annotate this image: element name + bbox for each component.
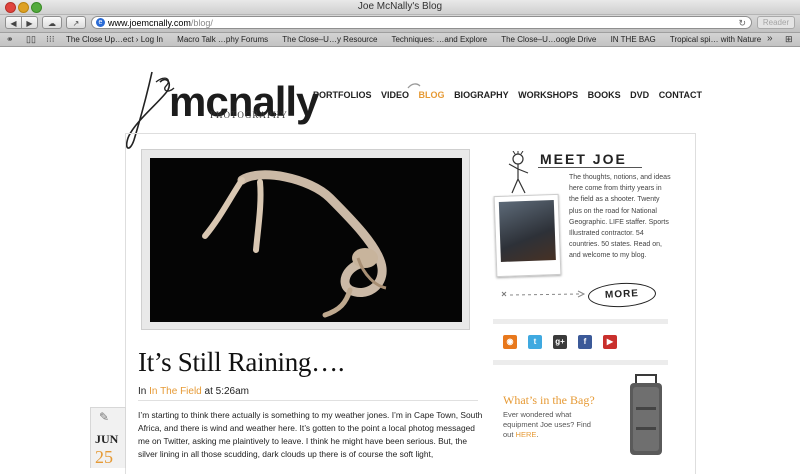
bookmark-item[interactable]: The Close Up…ect › Log In: [66, 35, 163, 44]
post-date-day: 25: [95, 447, 113, 467]
post-body: I’m starting to think there actually is …: [138, 410, 483, 459]
back-button[interactable]: ◀: [5, 16, 22, 29]
bag-here-link[interactable]: HERE: [516, 430, 537, 439]
add-bookmark-icon[interactable]: ⊞: [785, 34, 793, 45]
nav-workshops[interactable]: WORKSHOPS: [518, 90, 578, 100]
post-title[interactable]: It’s Still Raining….: [138, 347, 345, 378]
divider: [538, 167, 642, 168]
share-button[interactable]: ↗: [66, 16, 86, 29]
portrait-image: [498, 200, 556, 262]
cloud-icon: ☁: [48, 19, 56, 28]
pen-icon: ✎: [99, 410, 110, 424]
browser-toolbar: ◀ ▶ ☁ ↗ e www.joemcnally.com/blog/ ↻ Rea…: [0, 15, 800, 33]
reader-button[interactable]: Reader: [757, 16, 795, 29]
window-title: Joe McNally's Blog: [357, 1, 443, 12]
back-arrow-icon: ◀: [10, 19, 17, 28]
bookmark-list: The Close Up…ect › Log In Macro Talk …ph…: [66, 34, 773, 45]
post-date-month: JUN: [95, 432, 119, 446]
nav-blog[interactable]: BLOG: [419, 90, 445, 100]
forward-button[interactable]: ▶: [21, 16, 38, 29]
sidebar-divider: [493, 360, 668, 365]
featured-image-frame: [141, 149, 470, 330]
reading-list-icon[interactable]: ⚭: [6, 34, 14, 45]
post-category-link[interactable]: In The Field: [149, 386, 202, 397]
nav-portfolios[interactable]: PORTFOLIOS: [313, 90, 372, 100]
post-meta: In In The Field at 5:26am: [138, 386, 249, 397]
bag-text: Ever wondered what equipment Joe uses? F…: [503, 410, 591, 439]
bookmarks-bar: ⚭ ▯▯ ⁝⁝⁝ The Close Up…ect › Log In Macro…: [0, 33, 800, 47]
bookmark-item[interactable]: Macro Talk …phy Forums: [177, 35, 268, 44]
sidebar-divider: [493, 319, 668, 324]
post-time: at 5:26am: [204, 386, 250, 397]
google-plus-icon[interactable]: g+: [553, 335, 567, 349]
bookmarks-book-icon[interactable]: ▯▯: [26, 34, 36, 45]
window-titlebar: Joe McNally's Blog: [0, 0, 800, 15]
icloud-tabs-button[interactable]: ☁: [42, 16, 62, 29]
rolling-camera-bag-image[interactable]: [622, 373, 668, 459]
top-sites-grid-icon[interactable]: ⁝⁝⁝: [46, 34, 55, 45]
divider: [138, 400, 478, 401]
facebook-icon[interactable]: f: [578, 335, 592, 349]
meet-joe-heading: MEET JOE: [540, 151, 627, 167]
bio-text: The thoughts, notions, and ideas here co…: [569, 174, 671, 260]
featured-image-contortionist[interactable]: [150, 158, 462, 322]
logo-subtitle: PHOTOGRAPHY: [210, 110, 288, 120]
active-nav-swoosh-icon: [407, 83, 421, 89]
url-text: www.joemcnally.com/blog/: [108, 18, 213, 28]
bookmark-item[interactable]: IN THE BAG: [611, 35, 656, 44]
bookmark-item[interactable]: Techniques: …and Explore: [391, 35, 487, 44]
twitter-icon[interactable]: t: [528, 335, 542, 349]
bookmark-item[interactable]: The Close–U…y Resource: [282, 35, 377, 44]
nav-video[interactable]: VIDEO: [381, 90, 409, 100]
nav-contact[interactable]: CONTACT: [659, 90, 702, 100]
forward-arrow-icon: ▶: [26, 19, 33, 28]
reload-icon[interactable]: ↻: [738, 17, 746, 29]
joe-portrait-photo: [493, 193, 562, 278]
bookmark-item[interactable]: Tropical spi… with Nature: [670, 35, 761, 44]
main-nav: PORTFOLIOS VIDEO BLOG BIOGRAPHY WORKSHOP…: [313, 90, 709, 100]
web-page: mcnally PHOTOGRAPHY PORTFOLIOS VIDEO BLO…: [0, 47, 800, 474]
stick-figure-icon: [508, 151, 529, 194]
youtube-icon[interactable]: ▶: [603, 335, 617, 349]
rss-icon[interactable]: ◉: [503, 335, 517, 349]
nav-dvd[interactable]: DVD: [630, 90, 649, 100]
site-favicon-icon: e: [96, 18, 105, 27]
post-meta-prefix: In: [138, 386, 147, 397]
address-bar[interactable]: e www.joemcnally.com/blog/ ↻: [91, 16, 752, 29]
share-icon: ↗: [72, 19, 80, 28]
nav-books[interactable]: BOOKS: [588, 90, 621, 100]
more-bookmarks-chevron-icon[interactable]: »: [767, 33, 773, 45]
nav-biography[interactable]: BIOGRAPHY: [454, 90, 509, 100]
bag-title[interactable]: What’s in the Bag?: [503, 393, 595, 408]
bookmark-item[interactable]: The Close–U…oogle Drive: [501, 35, 596, 44]
dashed-arrow-icon: [501, 290, 586, 298]
